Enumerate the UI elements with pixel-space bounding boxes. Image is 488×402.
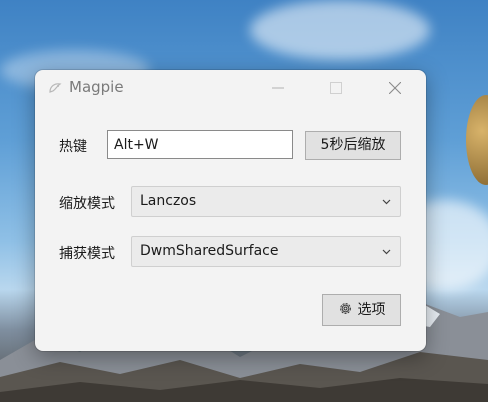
maximize-button[interactable] xyxy=(313,70,359,106)
hotkey-label: 热键 xyxy=(59,139,87,155)
scale-mode-value: Lanczos xyxy=(140,193,197,209)
window-title: Magpie xyxy=(69,78,124,96)
scale-mode-select[interactable]: Lanczos xyxy=(131,186,401,217)
minimize-button[interactable] xyxy=(255,70,301,106)
gear-icon xyxy=(339,303,351,314)
minimize-icon xyxy=(272,87,284,89)
capture-mode-value: DwmSharedSurface xyxy=(140,243,279,259)
maximize-icon xyxy=(330,82,342,94)
capture-mode-label: 捕获模式 xyxy=(59,246,115,262)
hotkey-input[interactable] xyxy=(107,130,293,159)
capture-mode-select[interactable]: DwmSharedSurface xyxy=(131,236,401,267)
close-button[interactable] xyxy=(372,70,418,106)
scale-mode-label: 缩放模式 xyxy=(59,196,115,212)
scale-after-5s-button[interactable]: 5秒后缩放 xyxy=(305,131,401,160)
magpie-icon xyxy=(49,83,62,93)
options-button-label: 选项 xyxy=(357,302,386,318)
chevron-down-icon xyxy=(382,249,391,255)
title-bar[interactable]: Magpie xyxy=(35,70,426,106)
tree-foliage xyxy=(466,95,488,185)
magpie-window: Magpie 热键 5秒后缩放 缩放模式 Lanczos 捕获模式 DwmSha… xyxy=(35,70,426,351)
close-icon xyxy=(389,82,401,94)
chevron-down-icon xyxy=(382,199,391,205)
options-button[interactable]: 选项 xyxy=(322,294,401,326)
